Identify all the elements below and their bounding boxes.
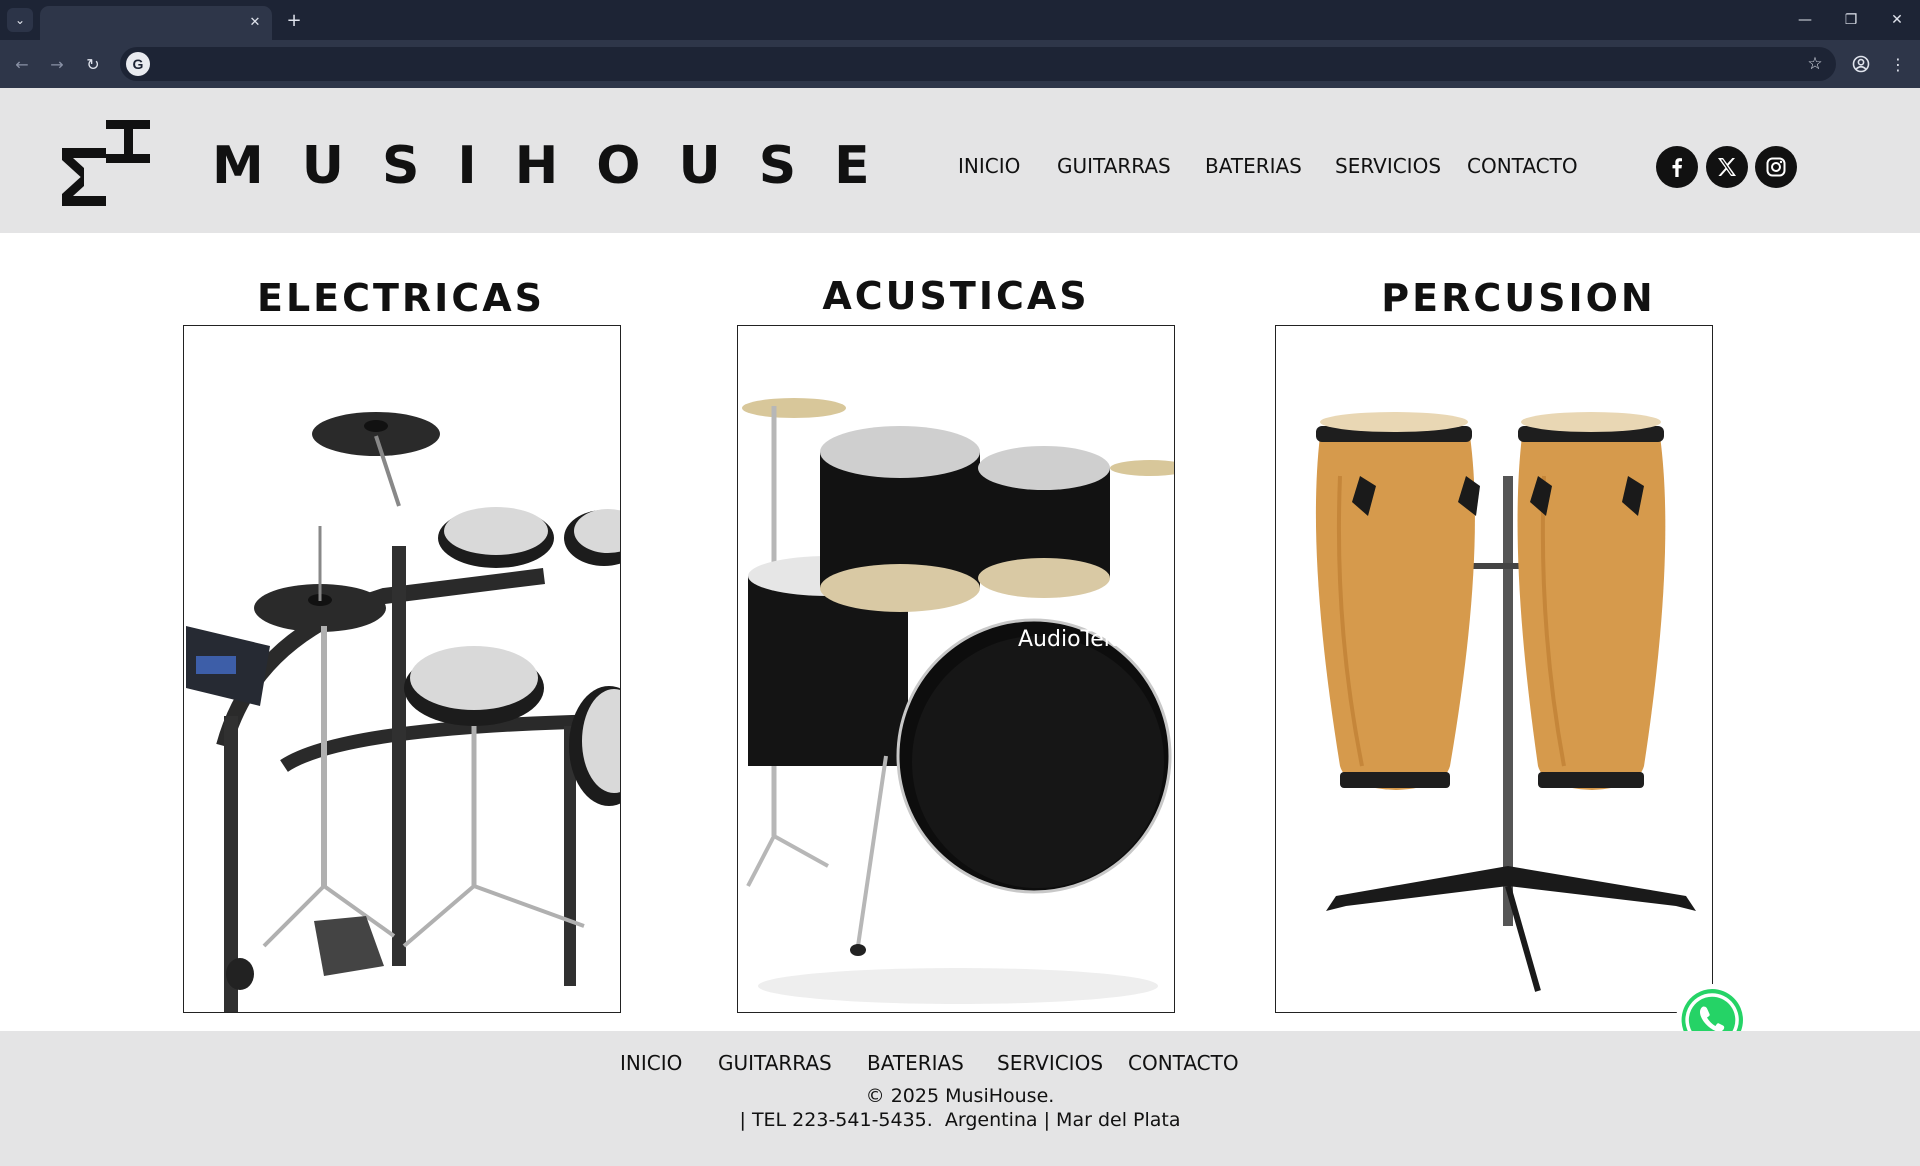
bass-drum-logo: AudioTek [1018,627,1117,652]
profile-button[interactable] [1849,52,1873,76]
back-button[interactable]: ← [10,52,34,76]
category-frame [1275,325,1713,1013]
footer-link-baterias[interactable]: BATERIAS [867,1051,964,1075]
reload-button[interactable]: ↻ [81,52,105,76]
site-header: MUSIHOUSE INICIO GUITARRAS BATERIAS SERV… [0,88,1920,233]
arrow-right-icon: → [50,54,64,74]
tab-search-button[interactable]: ⌄ [7,8,33,32]
close-icon: ✕ [249,14,261,30]
instagram-icon [1766,157,1786,177]
x-link[interactable] [1706,146,1748,188]
browser-menu-button[interactable]: ⋮ [1886,52,1910,76]
restore-icon: ❐ [1844,12,1858,28]
footer-link-guitarras[interactable]: GUITARRAS [718,1051,832,1075]
minimize-button[interactable]: — [1790,8,1820,32]
category-title: PERCUSION [1381,276,1656,320]
profile-icon [1852,55,1870,73]
footer-link-inicio[interactable]: INICIO [620,1051,682,1075]
electronic-drum-kit-image [186,412,620,1012]
category-title: ACUSTICAS [822,274,1090,318]
nav-link-inicio[interactable]: INICIO [958,154,1020,178]
google-icon: G [126,52,150,76]
bookmark-star-icon[interactable]: ☆ [1804,53,1826,75]
footer-link-contacto[interactable]: CONTACTO [1128,1051,1239,1075]
contact-info: | TEL 223-541-5435. Argentina | Mar del … [739,1109,1181,1131]
minimize-icon: — [1798,12,1812,28]
plus-icon: + [286,9,302,31]
nav-link-guitarras[interactable]: GUITARRAS [1057,154,1171,178]
new-tab-button[interactable]: + [282,8,306,32]
arrow-left-icon: ← [15,54,29,74]
acoustic-drum-kit-image: AudioTek [742,398,1174,1004]
category-frame [183,325,621,1013]
facebook-icon [1672,158,1682,177]
nav-link-contacto[interactable]: CONTACTO [1467,154,1578,178]
nav-link-servicios[interactable]: SERVICIOS [1335,154,1441,178]
browser-toolbar: ← → ↻ G ☆ ⋮ [0,40,1920,88]
close-tab-button[interactable]: ✕ [246,13,264,31]
conga-drums-image [1315,412,1696,992]
category-frame: AudioTek [737,325,1175,1013]
close-window-button[interactable]: ✕ [1882,8,1912,32]
x-icon [1718,158,1736,176]
site-footer: INICIO GUITARRAS BATERIAS SERVICIOS CONT… [0,1031,1920,1166]
category-title: ELECTRICAS [256,276,545,320]
restore-button[interactable]: ❐ [1836,8,1866,32]
browser-chrome: ⌄ ✕ + — ❐ ✕ ← → ↻ G ☆ ⋮ [0,0,1920,88]
facebook-link[interactable] [1656,146,1698,188]
brand-name[interactable]: MUSIHOUSE [212,136,908,196]
reload-icon: ↻ [86,54,100,74]
footer-link-servicios[interactable]: SERVICIOS [997,1051,1103,1075]
close-icon: ✕ [1891,12,1903,28]
copyright-text: © 2025 MusiHouse. [865,1085,1055,1107]
tab-strip: ⌄ ✕ + — ❐ ✕ [0,0,1920,40]
instagram-link[interactable] [1755,146,1797,188]
nav-link-baterias[interactable]: BATERIAS [1205,154,1302,178]
address-bar[interactable]: G ☆ [120,47,1836,81]
more-vertical-icon: ⋮ [1890,54,1906,74]
chevron-down-icon: ⌄ [14,13,26,27]
forward-button[interactable]: → [45,52,69,76]
browser-tab[interactable]: ✕ [40,6,272,40]
mh-monogram-icon[interactable] [58,118,154,208]
